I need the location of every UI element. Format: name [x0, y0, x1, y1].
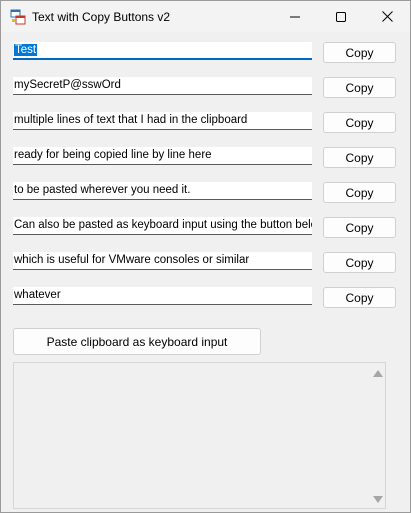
minimize-icon — [290, 12, 300, 22]
copy-button-4[interactable]: Copy — [323, 147, 396, 168]
text-field-1[interactable]: Test — [13, 42, 312, 60]
text-field-3[interactable]: multiple lines of text that I had in the… — [13, 112, 312, 130]
scroll-down-icon[interactable] — [373, 496, 383, 503]
copy-button-8[interactable]: Copy — [323, 287, 396, 308]
maximize-icon — [336, 11, 346, 22]
text-field-4[interactable]: ready for being copied line by line here — [13, 147, 312, 165]
close-button[interactable] — [364, 1, 410, 32]
text-field-6[interactable]: Can also be pasted as keyboard input usi… — [13, 217, 312, 235]
text-field-7[interactable]: which is useful for VMware consoles or s… — [13, 252, 312, 270]
copy-button-6[interactable]: Copy — [323, 217, 396, 238]
scroll-up-icon[interactable] — [373, 370, 383, 377]
minimize-button[interactable] — [272, 1, 318, 32]
copy-button-2[interactable]: Copy — [323, 77, 396, 98]
paste-as-keyboard-button[interactable]: Paste clipboard as keyboard input — [13, 328, 261, 355]
app-window-icon — [10, 9, 26, 25]
close-icon — [381, 11, 393, 22]
window-title: Text with Copy Buttons v2 — [32, 10, 171, 24]
app-window: Text with Copy Buttons v2 Test Copy mySe… — [0, 0, 411, 513]
copy-button-3[interactable]: Copy — [323, 112, 396, 133]
text-field-2[interactable]: mySecretP@sswOrd — [13, 77, 312, 95]
text-field-8[interactable]: whatever — [13, 287, 312, 305]
vertical-scrollbar[interactable] — [369, 363, 386, 508]
maximize-button[interactable] — [318, 1, 364, 32]
copy-button-1[interactable]: Copy — [323, 42, 396, 63]
output-textarea[interactable] — [13, 362, 386, 509]
text-field-5[interactable]: to be pasted wherever you need it. — [13, 182, 312, 200]
title-bar[interactable]: Text with Copy Buttons v2 — [1, 1, 410, 32]
copy-button-7[interactable]: Copy — [323, 252, 396, 273]
text-field-1-value: Test — [14, 44, 38, 56]
copy-button-5[interactable]: Copy — [323, 182, 396, 203]
